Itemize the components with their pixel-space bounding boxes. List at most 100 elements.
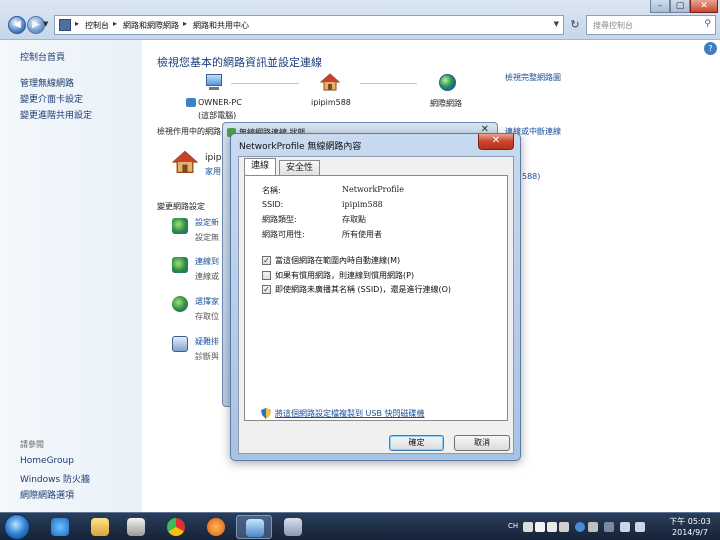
connection-line <box>231 83 299 84</box>
breadcrumb-separator-icon[interactable]: ▸ <box>113 19 117 28</box>
dialog-close-button[interactable]: ✕ <box>478 134 514 150</box>
prefer-network-checkbox[interactable] <box>262 271 271 280</box>
setup-connection-icon <box>172 218 188 234</box>
maximize-button[interactable]: ▢ <box>670 0 690 13</box>
field-name-key: 名稱: <box>262 186 281 195</box>
homegroup-link[interactable]: HomeGroup <box>20 456 74 466</box>
task-connect-desc: 連線或 <box>195 272 219 281</box>
taskbar-explorer-button[interactable] <box>82 515 118 539</box>
home-network-icon <box>320 73 340 91</box>
connect-network-icon <box>172 257 188 273</box>
cancel-button[interactable]: 取消 <box>454 435 510 451</box>
see-also-heading: 請參閱 <box>20 440 44 449</box>
task-homegroup-link[interactable]: 選擇家 <box>195 296 219 307</box>
task-setup-desc: 設定無 <box>195 233 219 242</box>
ok-button[interactable]: 確定 <box>389 435 444 451</box>
pc-network-icon <box>186 98 196 107</box>
tab-security[interactable]: 安全性 <box>279 160 321 175</box>
keyboard-icon <box>284 518 302 536</box>
change-adapter-settings-link[interactable]: 變更介面卡設定 <box>20 92 83 105</box>
ie-icon <box>51 518 69 536</box>
wifi-signal-icon[interactable] <box>620 522 630 532</box>
field-network-type-key: 網路類型: <box>262 215 297 224</box>
advanced-sharing-settings-link[interactable]: 變更進階共用設定 <box>20 108 92 121</box>
manage-wireless-networks-link[interactable]: 管理無線網路 <box>20 76 74 89</box>
hidden-ssid-label[interactable]: 即使網路未廣播其名稱 (SSID)，還是進行連線(O) <box>275 284 451 295</box>
field-network-type-value: 存取點 <box>342 215 366 224</box>
breadcrumb-network-internet[interactable]: 網路和網際網路 <box>123 20 179 31</box>
close-button[interactable]: ✕ <box>690 0 718 13</box>
clock-time: 下午 05:03 <box>669 517 711 526</box>
clock-date: 2014/9/7 <box>672 528 708 537</box>
start-orb-icon[interactable] <box>4 514 30 540</box>
auto-connect-checkbox[interactable]: ✓ <box>262 256 271 265</box>
windows-firewall-link[interactable]: Windows 防火牆 <box>20 472 90 485</box>
wmp-icon <box>207 518 225 536</box>
taskbar-control-panel-button[interactable] <box>236 515 272 539</box>
volume-icon[interactable] <box>635 522 645 532</box>
taskbar-wmp-button[interactable] <box>198 515 234 539</box>
active-network-house-icon <box>172 150 198 174</box>
connection-panel: 名稱: NetworkProfile SSID: ipipim588 網路類型:… <box>244 175 508 421</box>
task-troubleshoot-link[interactable]: 疑難排 <box>195 336 219 347</box>
address-bar[interactable]: ▸ 控制台 ▸ 網路和網際網路 ▸ 網路和共用中心 ▼ <box>54 15 564 35</box>
internet-options-link[interactable]: 網際網路選項 <box>20 488 74 501</box>
media-player-icon <box>127 518 145 536</box>
hidden-ssid-checkbox[interactable]: ✓ <box>262 285 271 294</box>
taskbar-media-button[interactable] <box>118 515 154 539</box>
input-language-indicator[interactable]: CH <box>508 522 518 530</box>
dialog-body: 連線 安全性 名稱: NetworkProfile SSID: ipipim58… <box>238 156 514 454</box>
auto-connect-label[interactable]: 當這個網路在範圍內時自動連線(M) <box>275 255 400 266</box>
change-settings-label: 變更網路設定 <box>157 202 205 211</box>
breadcrumb-network-sharing-center[interactable]: 網路和共用中心 <box>193 20 249 31</box>
taskbar-clock[interactable]: 下午 05:03 2014/9/7 <box>664 516 716 538</box>
field-availability-key: 網路可用性: <box>262 230 305 239</box>
minimize-button[interactable]: – <box>650 0 670 13</box>
task-troubleshoot-desc: 診斷與 <box>195 352 219 361</box>
pc-name: OWNER-PC <box>198 98 242 107</box>
view-full-map-link[interactable]: 檢視完整網路圖 <box>505 72 561 83</box>
active-network-name: ipip <box>205 153 222 163</box>
ime-icon[interactable] <box>523 522 533 532</box>
ime-settings-icon[interactable] <box>588 522 598 532</box>
taskbar-ie-button[interactable] <box>42 515 78 539</box>
folder-icon <box>91 518 109 536</box>
prefer-network-label[interactable]: 如果有慣用網路，則連線到慣用網路(P) <box>275 270 414 281</box>
task-connect-link[interactable]: 連線到 <box>195 256 219 267</box>
breadcrumb-separator-icon[interactable]: ▸ <box>183 19 187 28</box>
breadcrumb-separator-icon[interactable]: ▸ <box>75 19 79 28</box>
internet-globe-icon <box>439 74 456 91</box>
task-setup-link[interactable]: 設定新 <box>195 217 219 228</box>
pc-subtitle: (這部電腦) <box>198 111 237 120</box>
tab-connection[interactable]: 連線 <box>244 158 277 175</box>
taskbar-chrome-button[interactable] <box>158 515 194 539</box>
tray-arrow-icon[interactable] <box>604 522 614 532</box>
homegroup-icon <box>172 296 188 312</box>
task-homegroup-desc: 存取位 <box>195 312 219 321</box>
network-type-link[interactable]: 家用 <box>205 166 221 177</box>
history-chevron-down-icon[interactable]: ▼ <box>43 20 51 28</box>
search-icon: ⚲ <box>704 19 711 29</box>
search-input[interactable]: 搜尋控制台 ⚲ <box>586 15 716 35</box>
punctuation-icon[interactable] <box>559 522 569 532</box>
field-ssid-value: ipipim588 <box>342 200 383 209</box>
breadcrumb-control-panel[interactable]: 控制台 <box>85 20 109 31</box>
field-name-value: NetworkProfile <box>342 185 404 194</box>
refresh-icon[interactable]: ↻ <box>567 17 583 33</box>
explorer-title-bar: ◀ ▶ ▼ ▸ 控制台 ▸ 網路和網際網路 ▸ 網路和共用中心 ▼ ↻ 搜尋控制… <box>0 0 720 40</box>
help-tray-icon[interactable] <box>575 522 585 532</box>
internet-label: 網際網路 <box>430 99 462 108</box>
ime-mode-icon[interactable] <box>535 522 545 532</box>
copy-to-usb-link[interactable]: 將這個網路設定檔複製到 USB 快閃磁碟機 <box>275 408 425 419</box>
address-chevron-down-icon[interactable]: ▼ <box>554 20 559 28</box>
wireless-connection-ssid[interactable]: 588) <box>522 172 540 181</box>
control-panel-home-link[interactable]: 控制台首頁 <box>20 50 65 63</box>
fullwidth-icon[interactable] <box>547 522 557 532</box>
control-panel-icon <box>59 19 71 31</box>
back-arrow-icon[interactable]: ◀ <box>8 16 26 34</box>
computer-stand-icon <box>209 87 219 90</box>
computer-icon <box>206 74 222 86</box>
taskbar-keyboard-button[interactable] <box>275 515 311 539</box>
help-icon[interactable]: ? <box>704 42 717 55</box>
active-networks-label: 檢視作用中的網路 <box>157 127 221 136</box>
